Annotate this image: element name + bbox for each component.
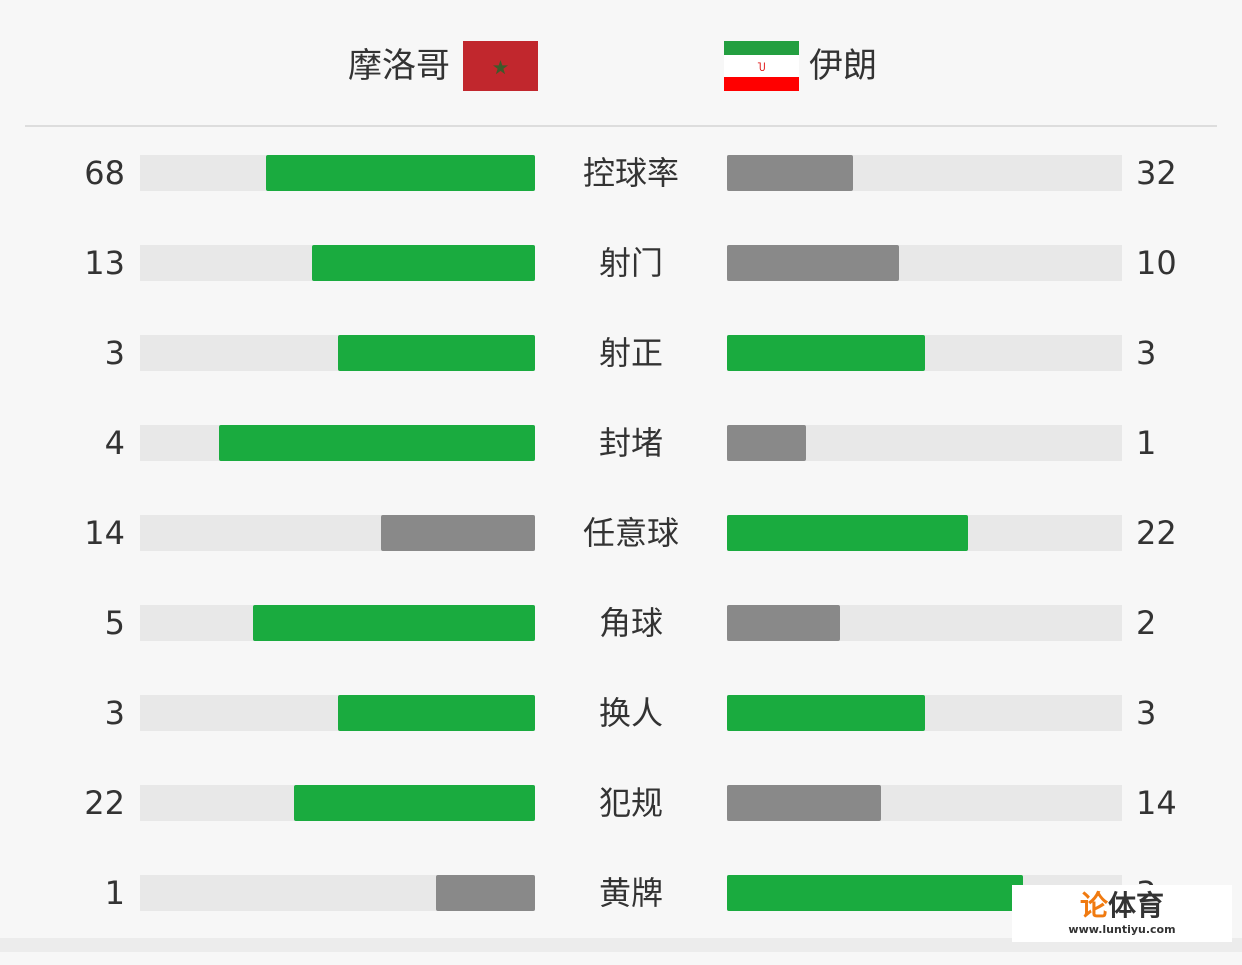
away-bar-fill xyxy=(727,335,925,371)
away-bar-track xyxy=(727,155,1122,191)
stat-row: 22 犯规 14 xyxy=(0,785,1242,875)
home-bar-track xyxy=(140,245,535,281)
away-value: 10 xyxy=(1136,244,1177,282)
away-bar-fill xyxy=(727,785,881,821)
stat-label: 黄牌 xyxy=(598,874,663,912)
header-divider xyxy=(25,125,1217,127)
stat-row: 14 任意球 22 xyxy=(0,515,1242,605)
home-value: 5 xyxy=(104,604,125,642)
home-bar-fill xyxy=(219,425,535,461)
home-value: 13 xyxy=(84,244,125,282)
home-bar-track xyxy=(140,605,535,641)
away-bar-fill xyxy=(727,155,854,191)
home-bar-track xyxy=(140,875,535,911)
away-bar-fill xyxy=(727,695,925,731)
home-value: 4 xyxy=(104,424,125,462)
stat-label: 封堵 xyxy=(598,424,663,462)
away-bar-fill xyxy=(727,875,1024,911)
stat-row: 68 控球率 32 xyxy=(0,155,1242,245)
away-value: 3 xyxy=(1136,694,1157,732)
stat-row: 5 角球 2 xyxy=(0,605,1242,695)
away-bar-fill xyxy=(727,515,969,551)
stat-row: 13 射门 10 xyxy=(0,245,1242,335)
stat-label: 任意球 xyxy=(582,514,679,552)
home-value: 68 xyxy=(84,154,125,192)
home-team-name: 摩洛哥 xyxy=(348,46,450,86)
away-value: 22 xyxy=(1136,514,1177,552)
away-bar-track xyxy=(727,245,1122,281)
home-bar-track xyxy=(140,425,535,461)
away-value: 1 xyxy=(1136,424,1157,462)
away-bar-track xyxy=(727,785,1122,821)
home-bar-fill xyxy=(381,515,535,551)
home-value: 14 xyxy=(84,514,125,552)
home-bar-track xyxy=(140,335,535,371)
stat-row: 3 射正 3 xyxy=(0,335,1242,425)
stat-row: 3 换人 3 xyxy=(0,695,1242,785)
home-bar-track xyxy=(140,785,535,821)
away-bar-track xyxy=(727,605,1122,641)
stat-label: 犯规 xyxy=(598,784,663,822)
stat-label: 射门 xyxy=(598,244,663,282)
match-header: 摩洛哥 Ⴎ 伊朗 xyxy=(0,0,1242,126)
away-value: 32 xyxy=(1136,154,1177,192)
away-value: 3 xyxy=(1136,334,1157,372)
stat-row: 4 封堵 1 xyxy=(0,425,1242,515)
away-value: 2 xyxy=(1136,604,1157,642)
away-bar-fill xyxy=(727,245,899,281)
away-team-name: 伊朗 xyxy=(809,46,877,86)
stat-label: 控球率 xyxy=(582,154,679,192)
morocco-flag-icon xyxy=(463,41,538,91)
iran-flag-icon: Ⴎ xyxy=(724,41,799,91)
home-bar-track xyxy=(140,515,535,551)
home-bar-fill xyxy=(266,155,535,191)
home-value: 1 xyxy=(104,874,125,912)
home-bar-fill xyxy=(293,785,535,821)
away-bar-track xyxy=(727,695,1122,731)
home-value: 22 xyxy=(84,784,125,822)
home-bar-fill xyxy=(337,335,535,371)
away-value: 14 xyxy=(1136,784,1177,822)
away-bar-fill xyxy=(727,425,806,461)
home-bar-fill xyxy=(311,245,535,281)
stat-label: 射正 xyxy=(598,334,663,372)
home-bar-track xyxy=(140,695,535,731)
watermark-brand-orange: 论 xyxy=(1079,889,1108,922)
away-bar-fill xyxy=(727,605,840,641)
watermark-brand-dark: 体育 xyxy=(1108,889,1165,922)
away-bar-track xyxy=(727,515,1122,551)
home-value: 3 xyxy=(104,334,125,372)
home-bar-fill xyxy=(252,605,535,641)
watermark-url: www.luntiyu.com xyxy=(1068,923,1176,936)
home-bar-fill xyxy=(436,875,535,911)
home-bar-track xyxy=(140,155,535,191)
stat-label: 换人 xyxy=(598,694,663,732)
svg-text:Ⴎ: Ⴎ xyxy=(758,62,766,74)
home-value: 3 xyxy=(104,694,125,732)
away-bar-track xyxy=(727,425,1122,461)
home-bar-fill xyxy=(337,695,535,731)
stat-label: 角球 xyxy=(598,604,663,642)
away-bar-track xyxy=(727,335,1122,371)
watermark-logo: 论体育 www.luntiyu.com xyxy=(1012,885,1232,942)
